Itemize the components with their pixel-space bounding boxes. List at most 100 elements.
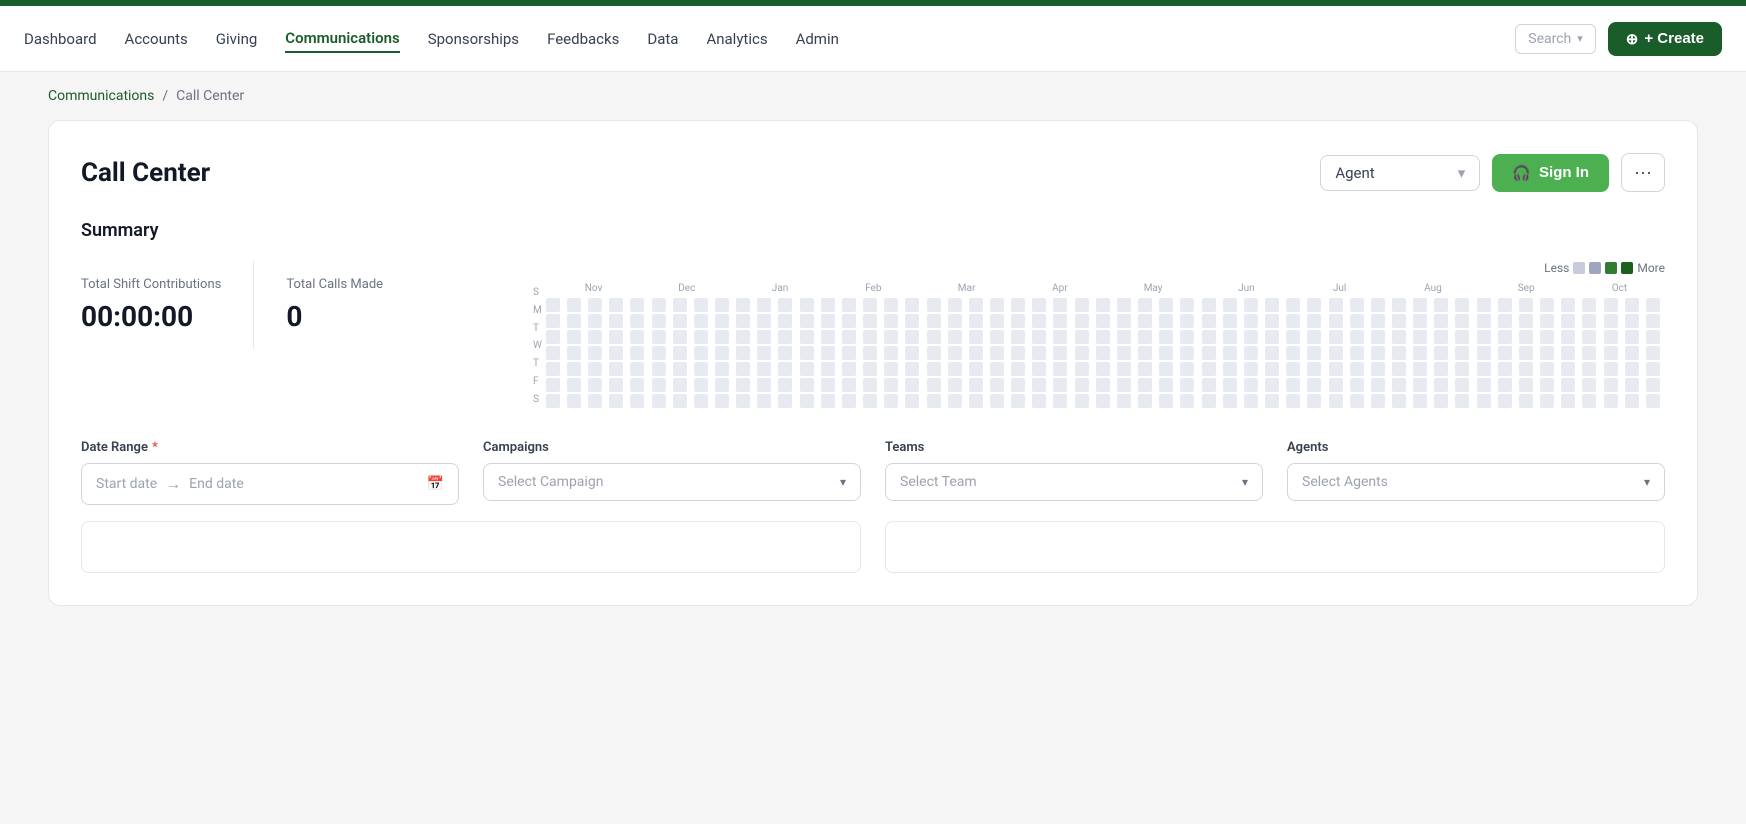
heatmap-cell — [736, 378, 750, 392]
heatmap-day-labels: S M T W T F S — [533, 283, 542, 408]
heatmap-cell — [1265, 378, 1279, 392]
breadcrumb-parent[interactable]: Communications — [48, 88, 154, 104]
heatmap-cell — [652, 330, 666, 344]
month-mar: Mar — [921, 283, 1012, 294]
heatmap-cell — [1138, 298, 1152, 312]
heatmap-cell — [1498, 394, 1512, 408]
agents-group: Agents Select Agents ▾ — [1287, 440, 1665, 505]
plus-circle-icon: ⊕ — [1626, 30, 1639, 48]
nav-data[interactable]: Data — [647, 26, 678, 52]
nav-accounts[interactable]: Accounts — [125, 26, 188, 52]
heatmap-cell — [884, 346, 898, 360]
teams-placeholder: Select Team — [900, 474, 977, 490]
heatmap-cell — [1434, 314, 1448, 328]
heatmap-cell — [1159, 314, 1173, 328]
heatmap-cell — [1307, 314, 1321, 328]
heatmap-cell — [969, 298, 983, 312]
heatmap-cell — [1286, 394, 1300, 408]
legend-less-label: Less — [1544, 261, 1569, 275]
heatmap-cell — [588, 330, 602, 344]
sign-in-button[interactable]: 🎧 Sign In — [1492, 154, 1609, 192]
heatmap-cell — [1413, 362, 1427, 376]
legend-box-4 — [1621, 262, 1633, 274]
heatmap-cell — [757, 298, 771, 312]
heatmap-cell — [757, 378, 771, 392]
heatmap-cell — [1625, 346, 1639, 360]
heatmap-cell — [1032, 298, 1046, 312]
heatmap-cell — [1561, 330, 1575, 344]
heatmap-cell — [609, 314, 623, 328]
heatmap-cell — [609, 362, 623, 376]
heatmap-cell — [1455, 314, 1469, 328]
heatmap-cell — [1265, 394, 1279, 408]
heatmap-cell — [1625, 298, 1639, 312]
heatmap-cell — [1011, 362, 1025, 376]
heatmap-cell — [757, 314, 771, 328]
heatmap-cell — [1159, 394, 1173, 408]
heatmap-cell — [1244, 394, 1258, 408]
heatmap-cell — [821, 378, 835, 392]
heatmap-cell — [1519, 330, 1533, 344]
agents-select[interactable]: Select Agents ▾ — [1287, 463, 1665, 501]
heatmap-cell — [863, 378, 877, 392]
heatmap-cell — [630, 378, 644, 392]
heatmap-cell — [1604, 394, 1618, 408]
heatmap-cell — [630, 394, 644, 408]
heatmap-cell — [821, 362, 835, 376]
heatmap-cell — [863, 298, 877, 312]
heatmap-cell — [1582, 330, 1596, 344]
nav-giving[interactable]: Giving — [216, 26, 257, 52]
nav-feedbacks[interactable]: Feedbacks — [547, 26, 619, 52]
heatmap-cell — [800, 378, 814, 392]
legend-box-2 — [1589, 262, 1601, 274]
heatmap-cell — [1582, 394, 1596, 408]
heatmap-cell — [1075, 298, 1089, 312]
heatmap-cell — [1011, 314, 1025, 328]
heatmap-cell — [567, 314, 581, 328]
heatmap-cell — [1498, 298, 1512, 312]
heatmap-cell — [736, 298, 750, 312]
date-range-input[interactable]: Start date → End date 📅 — [81, 463, 459, 505]
heatmap-cell — [1477, 330, 1491, 344]
search-bar[interactable]: Search ▾ — [1515, 24, 1596, 54]
heatmap-cell — [1202, 378, 1216, 392]
heatmap-cell — [588, 346, 602, 360]
heatmap-cell — [1434, 346, 1448, 360]
nav-sponsorships[interactable]: Sponsorships — [428, 26, 519, 52]
heatmap-cell — [652, 362, 666, 376]
heatmap-cell — [1604, 346, 1618, 360]
heatmap-cell — [1202, 314, 1216, 328]
day-t2: T — [533, 357, 542, 371]
heatmap-cell — [1561, 362, 1575, 376]
heatmap-cell — [567, 394, 581, 408]
month-jun: Jun — [1201, 283, 1292, 294]
more-options-button[interactable]: ··· — [1621, 153, 1665, 192]
teams-label: Teams — [885, 440, 1263, 455]
heatmap-cell — [1053, 298, 1067, 312]
nav-communications[interactable]: Communications — [285, 25, 399, 53]
heatmap-cell — [884, 378, 898, 392]
create-button[interactable]: ⊕ + Create — [1608, 22, 1722, 56]
heatmap-cell — [1413, 314, 1427, 328]
heatmap-cell — [1202, 346, 1216, 360]
heatmap-cell — [1138, 314, 1152, 328]
heatmap-cell — [567, 298, 581, 312]
heatmap-cell — [609, 346, 623, 360]
heatmap-cell — [1434, 378, 1448, 392]
heatmap-cell — [1307, 394, 1321, 408]
campaigns-select[interactable]: Select Campaign ▾ — [483, 463, 861, 501]
heatmap-cell — [1223, 346, 1237, 360]
nav-admin[interactable]: Admin — [796, 26, 839, 52]
heatmap-cell — [969, 394, 983, 408]
heatmap-cell — [694, 298, 708, 312]
heatmap-cell — [1561, 346, 1575, 360]
nav-dashboard[interactable]: Dashboard — [24, 26, 97, 52]
start-date-placeholder: Start date — [96, 476, 157, 492]
stat-label-contributions: Total Shift Contributions — [81, 277, 221, 292]
agent-select-dropdown[interactable]: Agent ▾ — [1320, 155, 1480, 191]
heatmap-cell — [905, 314, 919, 328]
heatmap-cell — [715, 362, 729, 376]
teams-select[interactable]: Select Team ▾ — [885, 463, 1263, 501]
nav-analytics[interactable]: Analytics — [706, 26, 767, 52]
heatmap-cell — [842, 378, 856, 392]
